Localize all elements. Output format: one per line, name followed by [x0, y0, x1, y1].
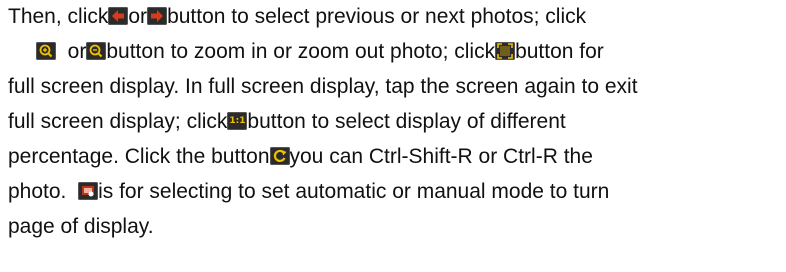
text-line-4: full screen display; click 1:1 button to s…	[8, 107, 566, 137]
ratio-icon: 1:1	[227, 112, 248, 130]
text-segment: or	[128, 5, 148, 28]
text-segment: you can Ctrl-Shift-R or Ctrl-R the	[289, 145, 593, 168]
text-line-5: percentage. Click the button you can Ctrl…	[8, 142, 593, 172]
zoom-in-icon	[36, 42, 56, 60]
text-segment: button to select previous or next photos…	[167, 5, 587, 28]
slideshow-icon	[78, 182, 99, 200]
text-segment: button to zoom in or zoom out photo; cli…	[106, 40, 496, 63]
text-segment: full screen display; click	[8, 110, 228, 133]
text-line-3: full screen display. In full screen disp…	[8, 72, 638, 102]
text-line-2: or button to zoom in or zoom out photo; c…	[36, 37, 604, 67]
text-segment: is for selecting to set automatic or man…	[98, 180, 610, 203]
text-segment: full screen display. In full screen disp…	[8, 75, 638, 98]
ratio-icon-label: 1:1	[229, 116, 246, 126]
text-line-6: photo. is for selecting to set automatic…	[8, 177, 609, 207]
zoom-out-icon	[86, 42, 107, 60]
text-segment: button to select display of different	[247, 110, 566, 133]
text-line-1: Then, click or button to select previous o…	[8, 2, 586, 32]
text-segment: page of display.	[8, 215, 154, 238]
text-segment: photo.	[8, 180, 67, 203]
text-segment: percentage. Click the button	[8, 145, 270, 168]
rotate-icon	[269, 147, 290, 165]
text-line-7: page of display.	[8, 212, 154, 242]
text-segment: or	[67, 40, 87, 63]
text-segment: button for	[515, 40, 604, 63]
text-segment: Then, click	[8, 5, 109, 28]
full-screen-icon	[495, 42, 516, 60]
arrow-left-icon	[108, 7, 129, 25]
arrow-right-icon	[147, 7, 168, 25]
instruction-paragraph: Then, click or button to select previous o…	[0, 0, 786, 272]
